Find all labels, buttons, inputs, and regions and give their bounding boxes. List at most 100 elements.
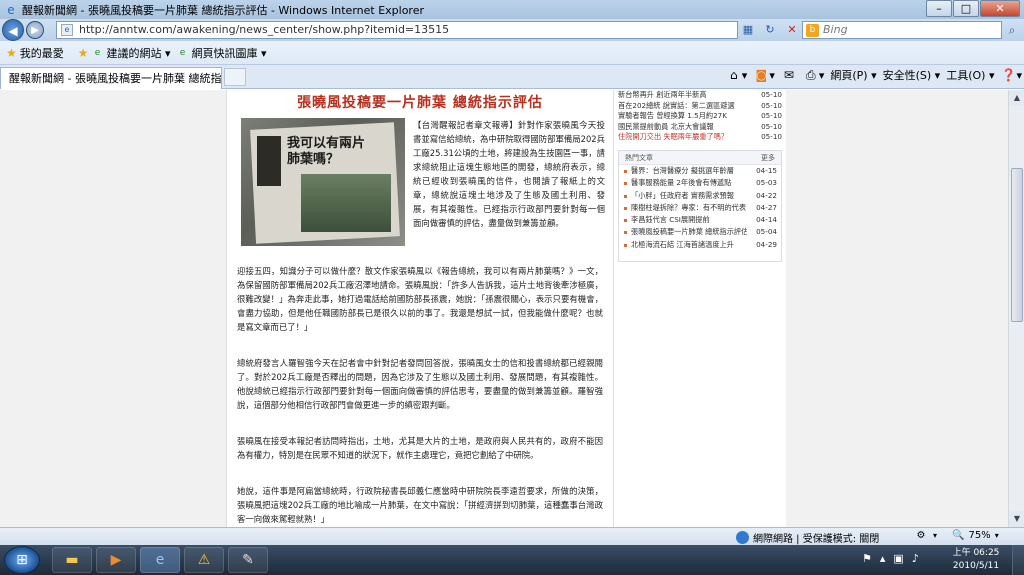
page-menu[interactable]: 網頁(P) ▾ bbox=[830, 67, 876, 83]
tools-menu[interactable]: 工具(O) ▾ bbox=[946, 67, 994, 83]
scroll-up-button[interactable]: ▲ bbox=[1009, 90, 1024, 106]
settings-icon[interactable]: ⚙ bbox=[914, 530, 928, 541]
article-headline: 張曉風投稿要一片肺葉 總統指示評估 bbox=[297, 95, 543, 111]
show-desktop-button[interactable] bbox=[1012, 545, 1024, 575]
media-player-taskbar-button[interactable]: ▶ bbox=[96, 547, 136, 573]
search-placeholder: Bing bbox=[823, 23, 848, 36]
help-button[interactable]: ❓ ▾ bbox=[1000, 67, 1022, 83]
new-tab-button[interactable] bbox=[224, 67, 246, 86]
article-photo: 我可以有兩片肺葉嗎？ bbox=[241, 118, 405, 246]
media-player-icon: ▶ bbox=[110, 552, 122, 568]
taskbar-clock[interactable]: 上午 06:25 2010/5/11 bbox=[948, 547, 1004, 573]
home-icon: ⌂ bbox=[729, 68, 738, 82]
list-item[interactable]: 新台幣再升 創近兩年半新高 05-10 bbox=[618, 90, 782, 101]
warning-taskbar-button[interactable]: ⚠ bbox=[184, 547, 224, 573]
bing-icon: b bbox=[806, 24, 819, 37]
mail-button[interactable]: ✉ bbox=[781, 67, 797, 83]
newspaper-side-column bbox=[257, 136, 281, 186]
safety-menu[interactable]: 安全性(S) ▾ bbox=[883, 67, 941, 83]
rss-icon: ◙ bbox=[755, 68, 768, 82]
zoom-level: 75% bbox=[968, 530, 991, 541]
search-input[interactable]: b Bing bbox=[802, 21, 1002, 39]
vertical-scrollbar[interactable]: ▲ ▼ bbox=[1008, 90, 1024, 527]
dropdown-arrow-icon[interactable]: ▾ bbox=[928, 531, 942, 540]
page-icon: e bbox=[61, 24, 73, 36]
popular-articles-panel: 熱門文章 更多 醫界：台灣醫療分 擬挑選年齡層 04-15 醫事服務能量 2年後會… bbox=[618, 150, 782, 262]
list-item[interactable]: 張曉風投稿要一片肺葉 總統指示評估 05-04 bbox=[619, 226, 781, 238]
list-item[interactable]: 「小胖」任政府者 實務需求預報 04-22 bbox=[619, 190, 781, 202]
list-item[interactable]: 國民黨提前動員 北京大會議報 05-10 bbox=[618, 122, 782, 133]
web-slice-icon: e bbox=[179, 47, 186, 58]
photo-caption: 我可以有兩片肺葉嗎？ bbox=[287, 136, 366, 167]
globe-icon bbox=[736, 531, 749, 544]
tray-arrow-icon[interactable]: ▴ bbox=[880, 552, 886, 565]
url-input[interactable]: e http://anntw.com/awakening/news_center… bbox=[56, 21, 738, 39]
status-icons: ⚙ ▾ bbox=[914, 530, 942, 541]
add-favorite-icon: ★ bbox=[77, 45, 89, 60]
mail-icon: ✉ bbox=[783, 68, 794, 82]
window-title-bar: e 醒報新聞網 - 張曉風投稿要一片肺葉 總統指示評估 - Windows In… bbox=[0, 0, 1024, 19]
ie-taskbar-button[interactable]: e bbox=[140, 547, 180, 573]
paint-taskbar-button[interactable]: ✎ bbox=[228, 547, 268, 573]
more-link[interactable]: 更多 bbox=[761, 151, 775, 164]
security-zone[interactable]: 網際網路 | 受保護模式: 關閉 bbox=[736, 530, 879, 545]
list-item[interactable]: 陳樹柱堤拆除？專家：有不明的代表 04-27 bbox=[619, 202, 781, 214]
compatibility-view-icon[interactable]: ▦ bbox=[740, 22, 756, 38]
command-bar: ⌂ ▾ ◙ ▾ ✉ ⎙ ▾ 網頁(P) ▾ 安全性(S) ▾ 工具(O) ▾ ❓… bbox=[720, 67, 1022, 83]
article-paragraph: 她說，這件事是阿扁當總統時，行政院秘書長邱義仁應當時中研院院長李遠哲要求，所做的… bbox=[237, 486, 603, 524]
print-icon: ⎙ bbox=[806, 68, 816, 82]
panel-header: 熱門文章 更多 bbox=[619, 151, 781, 165]
system-tray: ⚑ ▴ ▣ ♪ bbox=[862, 552, 927, 565]
start-button[interactable]: ⊞ bbox=[4, 546, 40, 574]
tab-active[interactable]: 醒報新聞網 - 張曉風投稿要一片肺葉 總統指示評估 bbox=[0, 66, 222, 89]
minimize-button[interactable]: – bbox=[926, 0, 952, 17]
web-slice-gallery-button[interactable]: e 網頁快訊圖庫 ▾ bbox=[177, 45, 267, 61]
clock-date: 2010/5/11 bbox=[952, 561, 1000, 571]
photo-inset bbox=[301, 174, 391, 232]
home-button[interactable]: ⌂ ▾ bbox=[726, 67, 747, 83]
zone-text: 網際網路 | 受保護模式: 關閉 bbox=[753, 534, 880, 545]
list-item[interactable]: 李昌鈺代言 CSI展開提前 04-14 bbox=[619, 214, 781, 226]
latest-news-list: 新台幣再升 創近兩年半新高 05-10 首在202總統 說實話：第二選區避選 05-… bbox=[614, 90, 786, 143]
print-button[interactable]: ⎙ ▾ bbox=[803, 67, 824, 83]
page-content: 張曉風投稿要一片肺葉 總統指示評估 我可以有兩片肺葉嗎？ 【台灣醒報記者章文報導… bbox=[0, 90, 1008, 527]
list-item[interactable]: 實驗者報告 曾經換算 1.5月約27K 05-10 bbox=[618, 111, 782, 122]
explorer-taskbar-button[interactable]: ▬ bbox=[52, 547, 92, 573]
stop-icon[interactable]: ✕ bbox=[784, 22, 800, 38]
list-item[interactable]: 住院開刀交出 失眠兩年嚴重了嗎？ 05-10 bbox=[618, 132, 782, 143]
feeds-button[interactable]: ◙ ▾ bbox=[753, 67, 774, 83]
search-icon[interactable]: ⌕ bbox=[1004, 22, 1020, 38]
forward-button[interactable]: ▶ bbox=[26, 21, 44, 39]
scroll-thumb[interactable] bbox=[1011, 168, 1023, 322]
star-icon: ★ bbox=[6, 45, 17, 60]
network-icon[interactable]: ▣ bbox=[893, 552, 903, 565]
zoom-dropdown-icon[interactable]: ▾ bbox=[995, 531, 999, 540]
list-item[interactable]: 醫事服務能量 2年後會有傳遞點 05-03 bbox=[619, 177, 781, 189]
list-item[interactable]: 首在202總統 說實話：第二選區避選 05-10 bbox=[618, 101, 782, 112]
list-item[interactable]: 醫界：台灣醫療分 擬挑選年齡層 04-15 bbox=[619, 165, 781, 177]
volume-icon[interactable]: ♪ bbox=[912, 552, 919, 565]
refresh-icon[interactable]: ↻ bbox=[762, 22, 778, 38]
list-item[interactable]: 北極海流石結 江海首諸溫度上升 04-29 bbox=[619, 239, 781, 251]
article-paragraph: 總統府發言人羅智強今天在記者會中針對記者發問回答說，張曉風女士的信和投書總統都已… bbox=[237, 358, 603, 410]
article-paragraph: 張曉風在接受本報記者訪問時指出，土地，尤其是大片的土地，是政府與人民共有的，政府… bbox=[237, 436, 603, 460]
article: 張曉風投稿要一片肺葉 總統指示評估 我可以有兩片肺葉嗎？ 【台灣醒報記者章文報導… bbox=[226, 90, 614, 527]
back-button[interactable]: ◀ bbox=[2, 19, 24, 41]
favorites-button[interactable]: ★ 我的最愛 bbox=[6, 45, 64, 61]
taskbar: ⊞ ▬ ▶ e ⚠ ✎ ⚑ ▴ ▣ ♪ 上午 06:25 2010/5/11 bbox=[0, 545, 1024, 575]
ie-icon: e bbox=[155, 552, 165, 568]
help-icon: ❓ bbox=[1000, 68, 1016, 82]
address-actions: ▦ ↻ ✕ bbox=[740, 22, 806, 38]
panel-title: 熱門文章 bbox=[625, 154, 653, 162]
scroll-down-button[interactable]: ▼ bbox=[1009, 511, 1024, 527]
zoom-control[interactable]: 🔍 75% ▾ bbox=[952, 530, 999, 541]
warning-icon: ⚠ bbox=[197, 552, 211, 568]
suggested-sites-button[interactable]: ★ e 建議的網站 ▾ bbox=[78, 45, 171, 61]
maximize-button[interactable]: □ bbox=[953, 0, 979, 17]
ie-logo-icon: e bbox=[7, 2, 15, 17]
address-bar: ◀ ▶ e http://anntw.com/awakening/news_ce… bbox=[0, 19, 1024, 41]
tray-flag-icon[interactable]: ⚑ bbox=[862, 552, 872, 565]
web-slice-label: 網頁快訊圖庫 ▾ bbox=[191, 46, 267, 60]
close-button[interactable]: ✕ bbox=[980, 0, 1020, 17]
article-paragraph: 迎接五四，知識分子可以做什麼？散文作家張曉風以《報告總統，我可以有兩片肺葉嗎？》… bbox=[237, 266, 603, 332]
